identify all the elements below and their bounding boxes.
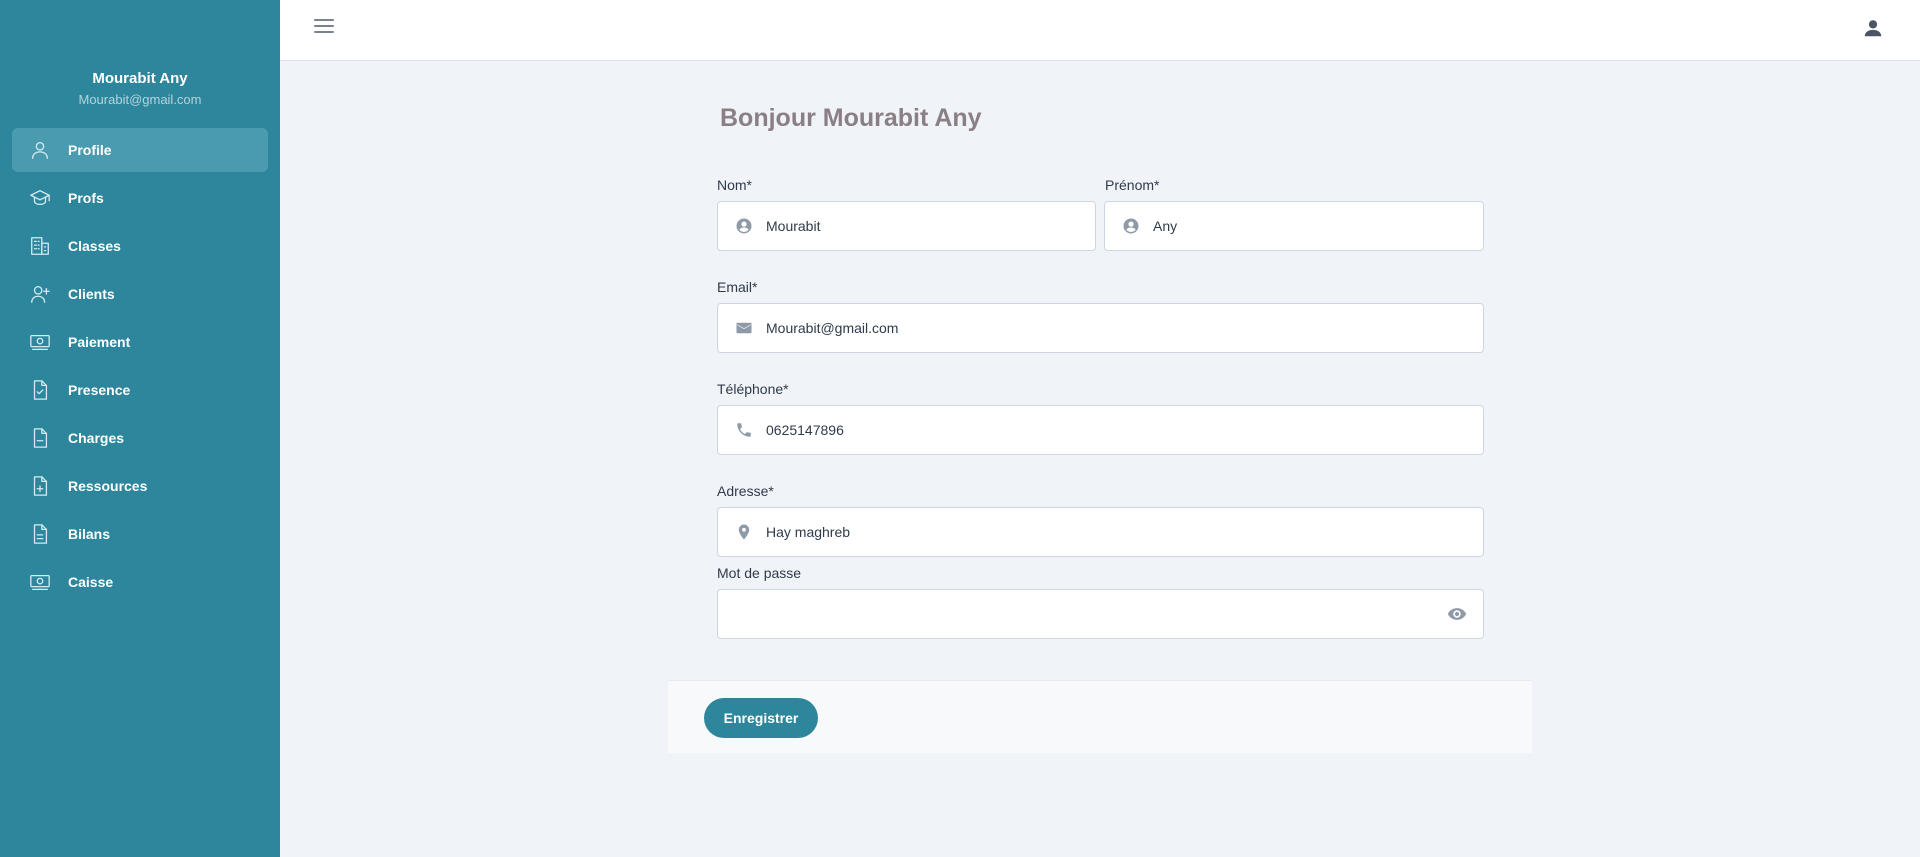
prenom-value: Any bbox=[1153, 218, 1178, 234]
graduation-cap-icon bbox=[28, 186, 52, 210]
adresse-label: Adresse* bbox=[717, 483, 774, 499]
adresse-value: Hay maghreb bbox=[766, 524, 851, 540]
sidebar-item-charges[interactable]: Charges bbox=[12, 416, 268, 460]
sidebar-item-profile[interactable]: Profile bbox=[12, 128, 268, 172]
sidebar-nav: Profile Profs Classes Clients Paiement P… bbox=[12, 128, 268, 608]
sidebar-item-label: Clients bbox=[68, 286, 115, 302]
money-icon bbox=[28, 570, 52, 594]
telephone-label: Téléphone* bbox=[717, 381, 789, 397]
phone-icon bbox=[734, 420, 754, 440]
user-plus-icon bbox=[28, 282, 52, 306]
sidebar: Mourabit Any Mourabit@gmail.com Profile … bbox=[0, 0, 280, 857]
sidebar-item-paiement[interactable]: Paiement bbox=[12, 320, 268, 364]
account-icon[interactable] bbox=[1862, 17, 1886, 41]
sidebar-item-label: Charges bbox=[68, 430, 125, 446]
sidebar-item-classes[interactable]: Classes bbox=[12, 224, 268, 268]
user-email: Mourabit@gmail.com bbox=[78, 92, 202, 107]
sidebar-item-ressources[interactable]: Ressources bbox=[12, 464, 268, 508]
sidebar-item-label: Profile bbox=[68, 142, 112, 158]
form-footer: Enregistrer bbox=[668, 680, 1532, 753]
sidebar-item-label: Profs bbox=[68, 190, 104, 206]
telephone-value: 0625147896 bbox=[766, 422, 844, 438]
topbar bbox=[280, 0, 1920, 61]
sidebar-item-label: Presence bbox=[68, 382, 131, 398]
prenom-label: Prénom* bbox=[1105, 177, 1160, 193]
document-minus-icon bbox=[28, 426, 52, 450]
map-pin-icon bbox=[734, 522, 754, 542]
password-label: Mot de passe bbox=[717, 565, 802, 581]
sidebar-item-label: Bilans bbox=[68, 526, 111, 542]
sidebar-item-label: Caisse bbox=[68, 574, 114, 590]
page-title: Bonjour Mourabit Any bbox=[720, 104, 982, 132]
email-field[interactable]: Mourabit@gmail.com bbox=[717, 303, 1484, 353]
nom-field[interactable]: Mourabit bbox=[717, 201, 1096, 251]
nom-label: Nom* bbox=[717, 177, 753, 193]
email-label: Email* bbox=[717, 279, 758, 295]
sidebar-item-caisse[interactable]: Caisse bbox=[12, 560, 268, 604]
sidebar-item-label: Ressources bbox=[68, 478, 148, 494]
save-button[interactable]: Enregistrer bbox=[704, 698, 818, 738]
eye-icon[interactable] bbox=[1447, 604, 1469, 626]
sidebar-item-profs[interactable]: Profs bbox=[12, 176, 268, 220]
sidebar-item-clients[interactable]: Clients bbox=[12, 272, 268, 316]
envelope-icon bbox=[734, 318, 754, 338]
sidebar-item-label: Classes bbox=[68, 238, 121, 254]
document-check-icon bbox=[28, 378, 52, 402]
hamburger-icon[interactable] bbox=[314, 19, 334, 37]
user-icon bbox=[28, 138, 52, 162]
nom-value: Mourabit bbox=[766, 218, 821, 234]
account-circle-icon bbox=[734, 216, 754, 236]
sidebar-item-label: Paiement bbox=[68, 334, 131, 350]
money-icon bbox=[28, 330, 52, 354]
prenom-field[interactable]: Any bbox=[1104, 201, 1484, 251]
password-field[interactable] bbox=[717, 589, 1484, 639]
sidebar-item-bilans[interactable]: Bilans bbox=[12, 512, 268, 556]
adresse-field[interactable]: Hay maghreb bbox=[717, 507, 1484, 557]
user-block: Mourabit Any Mourabit@gmail.com bbox=[0, 70, 280, 108]
account-circle-icon bbox=[1121, 216, 1141, 236]
user-name: Mourabit Any bbox=[92, 70, 188, 87]
email-value: Mourabit@gmail.com bbox=[766, 320, 899, 336]
building-icon bbox=[28, 234, 52, 258]
document-plus-icon bbox=[28, 474, 52, 498]
telephone-field[interactable]: 0625147896 bbox=[717, 405, 1484, 455]
sidebar-item-presence[interactable]: Presence bbox=[12, 368, 268, 412]
document-text-icon bbox=[28, 522, 52, 546]
